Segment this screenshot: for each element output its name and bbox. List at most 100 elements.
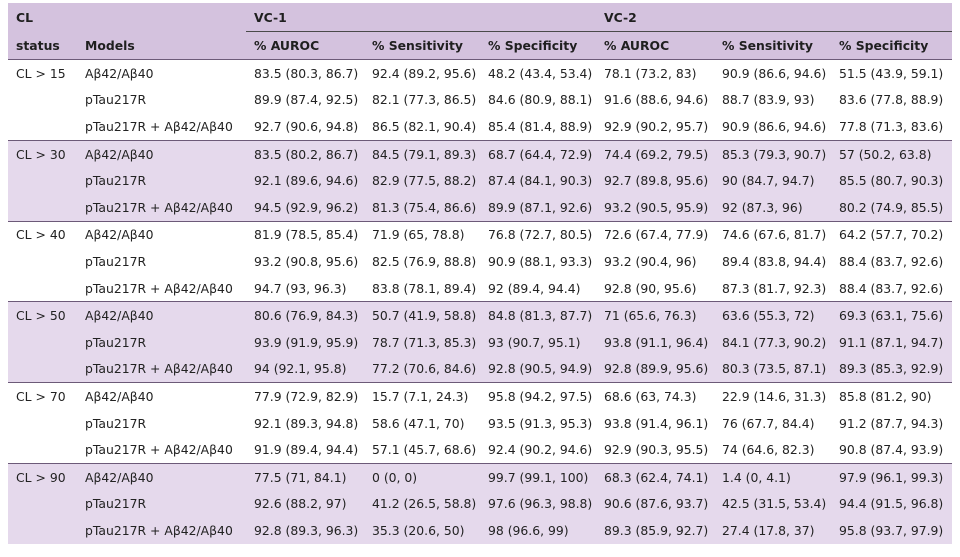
- cl-status-cell: CL > 40: [8, 220, 77, 249]
- table-row: CL > 15 Aβ42/Aβ40 83.5 (80.3, 86.7) 92.4 (8…: [8, 58, 952, 87]
- table-group: CL > 40 Aβ42/Aβ40 81.9 (78.5, 85.4) 71.9 (6…: [8, 220, 952, 302]
- model-cell: pTau217R + Aβ42/Aβ40: [85, 118, 233, 134]
- value-cell: 87.3 (81.7, 92.3): [722, 280, 827, 296]
- header-spacer: [77, 3, 246, 32]
- value-cell: 72.6 (67.4, 77.9): [596, 220, 714, 249]
- value-cell: 85.5 (80.7, 90.3): [839, 173, 944, 189]
- value-cell: 83.5 (80.3, 86.7): [246, 58, 364, 87]
- value-cell: 91.1 (87.1, 94.7): [839, 334, 944, 350]
- value-cell: 92.1 (89.6, 94.6): [254, 173, 359, 189]
- value-cell: 92 (87.3, 96): [722, 199, 803, 215]
- value-cell: 22.9 (14.6, 31.3): [714, 382, 831, 410]
- value-cell: 93.2 (90.4, 96): [604, 253, 697, 269]
- value-cell: 88.7 (83.9, 93): [722, 92, 815, 108]
- table-row: pTau217R + Aβ42/Aβ40 94.5 (92.9, 96.2) 81.…: [8, 193, 952, 222]
- value-cell: 97.6 (96.3, 98.8): [488, 496, 593, 512]
- model-cell: pTau217R: [85, 173, 147, 189]
- value-cell: 93.8 (91.4, 96.1): [604, 415, 709, 431]
- cl-status-cell: [8, 275, 77, 302]
- value-cell: 68.3 (62.4, 74.1): [596, 462, 714, 491]
- model-cell: pTau217R: [85, 334, 147, 350]
- value-cell: 89.4 (83.8, 94.4): [722, 253, 827, 269]
- value-cell: 92.4 (90.2, 94.6): [488, 442, 593, 458]
- cl-status-cell: [8, 194, 77, 221]
- header-metric: % Sensitivity: [372, 38, 463, 53]
- value-cell: 93 (90.7, 95.1): [488, 334, 581, 350]
- cl-status-cell: [8, 517, 77, 544]
- value-cell: 71.9 (65, 78.8): [364, 220, 480, 249]
- header-metric: % Specificity: [488, 38, 578, 53]
- value-cell: 57 (50.2, 63.8): [831, 139, 952, 168]
- value-cell: 77.5 (71, 84.1): [246, 462, 364, 491]
- value-cell: 15.7 (7.1, 24.3): [364, 382, 480, 410]
- value-cell: 50.7 (41.9, 58.8): [364, 301, 480, 329]
- value-cell: 89.3 (85.3, 92.9): [839, 361, 944, 377]
- value-cell: 95.8 (93.7, 97.9): [839, 522, 944, 538]
- value-cell: 83.5 (80.2, 86.7): [246, 139, 364, 168]
- value-cell: 48.2 (43.4, 53.4): [480, 58, 596, 87]
- cl-status-cell: [8, 248, 77, 275]
- cl-status-cell: [8, 113, 77, 140]
- value-cell: 88.4 (83.7, 92.6): [839, 253, 944, 269]
- value-cell: 91.2 (87.7, 94.3): [839, 415, 944, 431]
- table-row: CL > 30 Aβ42/Aβ40 83.5 (80.2, 86.7) 84.5 (7…: [8, 139, 952, 168]
- model-cell: pTau217R + Aβ42/Aβ40: [85, 280, 233, 296]
- cl-status-cell: [8, 167, 77, 194]
- value-cell: 57.1 (45.7, 68.6): [372, 442, 477, 458]
- value-cell: 74.4 (69.2, 79.5): [596, 139, 714, 168]
- value-cell: 84.6 (80.9, 88.1): [488, 92, 593, 108]
- value-cell: 95.8 (94.2, 97.5): [480, 382, 596, 410]
- value-cell: 77.8 (71.3, 83.6): [839, 118, 944, 134]
- table-header: CL VC-1 VC-2 status Models % AUROC % Sen…: [8, 3, 952, 60]
- value-cell: 90 (84.7, 94.7): [722, 173, 815, 189]
- value-cell: 77.9 (72.9, 82.9): [246, 382, 364, 410]
- cl-status-cell: [8, 410, 77, 437]
- table-row: pTau217R + Aβ42/Aβ40 91.9 (89.4, 94.4) 57.…: [8, 436, 952, 463]
- value-cell: 93.2 (90.8, 95.6): [254, 253, 359, 269]
- model-cell: Aβ42/Aβ40: [77, 58, 246, 87]
- value-cell: 92.8 (89.9, 95.6): [604, 361, 709, 377]
- table-group: CL > 90 Aβ42/Aβ40 77.5 (71, 84.1) 0 (0, 0) 9…: [8, 462, 952, 544]
- value-cell: 84.1 (77.3, 90.2): [722, 334, 827, 350]
- value-cell: 82.5 (76.9, 88.8): [372, 253, 477, 269]
- value-cell: 92.8 (90.5, 94.9): [488, 361, 593, 377]
- table-row: pTau217R + Aβ42/Aβ40 92.7 (90.6, 94.8) 86.…: [8, 113, 952, 140]
- value-cell: 94.5 (92.9, 96.2): [254, 199, 359, 215]
- value-cell: 1.4 (0, 4.1): [714, 462, 831, 491]
- value-cell: 91.6 (88.6, 94.6): [604, 92, 709, 108]
- model-cell: pTau217R: [85, 92, 147, 108]
- table-row: pTau217R + Aβ42/Aβ40 94.7 (93, 96.3) 83.8 …: [8, 275, 952, 302]
- value-cell: 89.3 (85.9, 92.7): [604, 522, 709, 538]
- value-cell: 41.2 (26.5, 58.8): [372, 496, 477, 512]
- value-cell: 0 (0, 0): [364, 462, 480, 491]
- cl-status-cell: [8, 436, 77, 463]
- value-cell: 92.4 (89.2, 95.6): [364, 58, 480, 87]
- cl-status-cell: CL > 70: [8, 382, 77, 410]
- table-row: pTau217R 92.1 (89.6, 94.6) 82.9 (77.5, 88.…: [8, 167, 952, 194]
- results-table: CL VC-1 VC-2 status Models % AUROC % Sen…: [8, 3, 952, 544]
- value-cell: 97.9 (96.1, 99.3): [831, 462, 952, 491]
- value-cell: 51.5 (43.9, 59.1): [831, 58, 952, 87]
- value-cell: 69.3 (63.1, 75.6): [831, 301, 952, 329]
- value-cell: 74 (64.6, 82.3): [722, 442, 815, 458]
- value-cell: 64.2 (57.7, 70.2): [831, 220, 952, 249]
- value-cell: 92.7 (90.6, 94.8): [254, 118, 359, 134]
- value-cell: 92.9 (90.2, 95.7): [604, 118, 709, 134]
- cl-status-cell: [8, 87, 77, 114]
- value-cell: 77.2 (70.6, 84.6): [372, 361, 477, 377]
- value-cell: 27.4 (17.8, 37): [722, 522, 815, 538]
- header-metric: % Specificity: [839, 38, 929, 53]
- value-cell: 76.8 (72.7, 80.5): [480, 220, 596, 249]
- model-cell: pTau217R: [85, 253, 147, 269]
- value-cell: 68.7 (64.4, 72.9): [480, 139, 596, 168]
- value-cell: 90.6 (87.6, 93.7): [604, 496, 709, 512]
- value-cell: 81.9 (78.5, 85.4): [246, 220, 364, 249]
- model-cell: Aβ42/Aβ40: [77, 139, 246, 168]
- header-models-label: Models: [85, 37, 135, 53]
- table-group: CL > 50 Aβ42/Aβ40 80.6 (76.9, 84.3) 50.7 (4…: [8, 301, 952, 383]
- value-cell: 92.8 (90, 95.6): [604, 280, 697, 296]
- value-cell: 93.2 (90.5, 95.9): [604, 199, 709, 215]
- value-cell: 98 (96.6, 99): [488, 522, 569, 538]
- cl-status-cell: CL > 15: [8, 58, 77, 87]
- model-cell: Aβ42/Aβ40: [77, 301, 246, 329]
